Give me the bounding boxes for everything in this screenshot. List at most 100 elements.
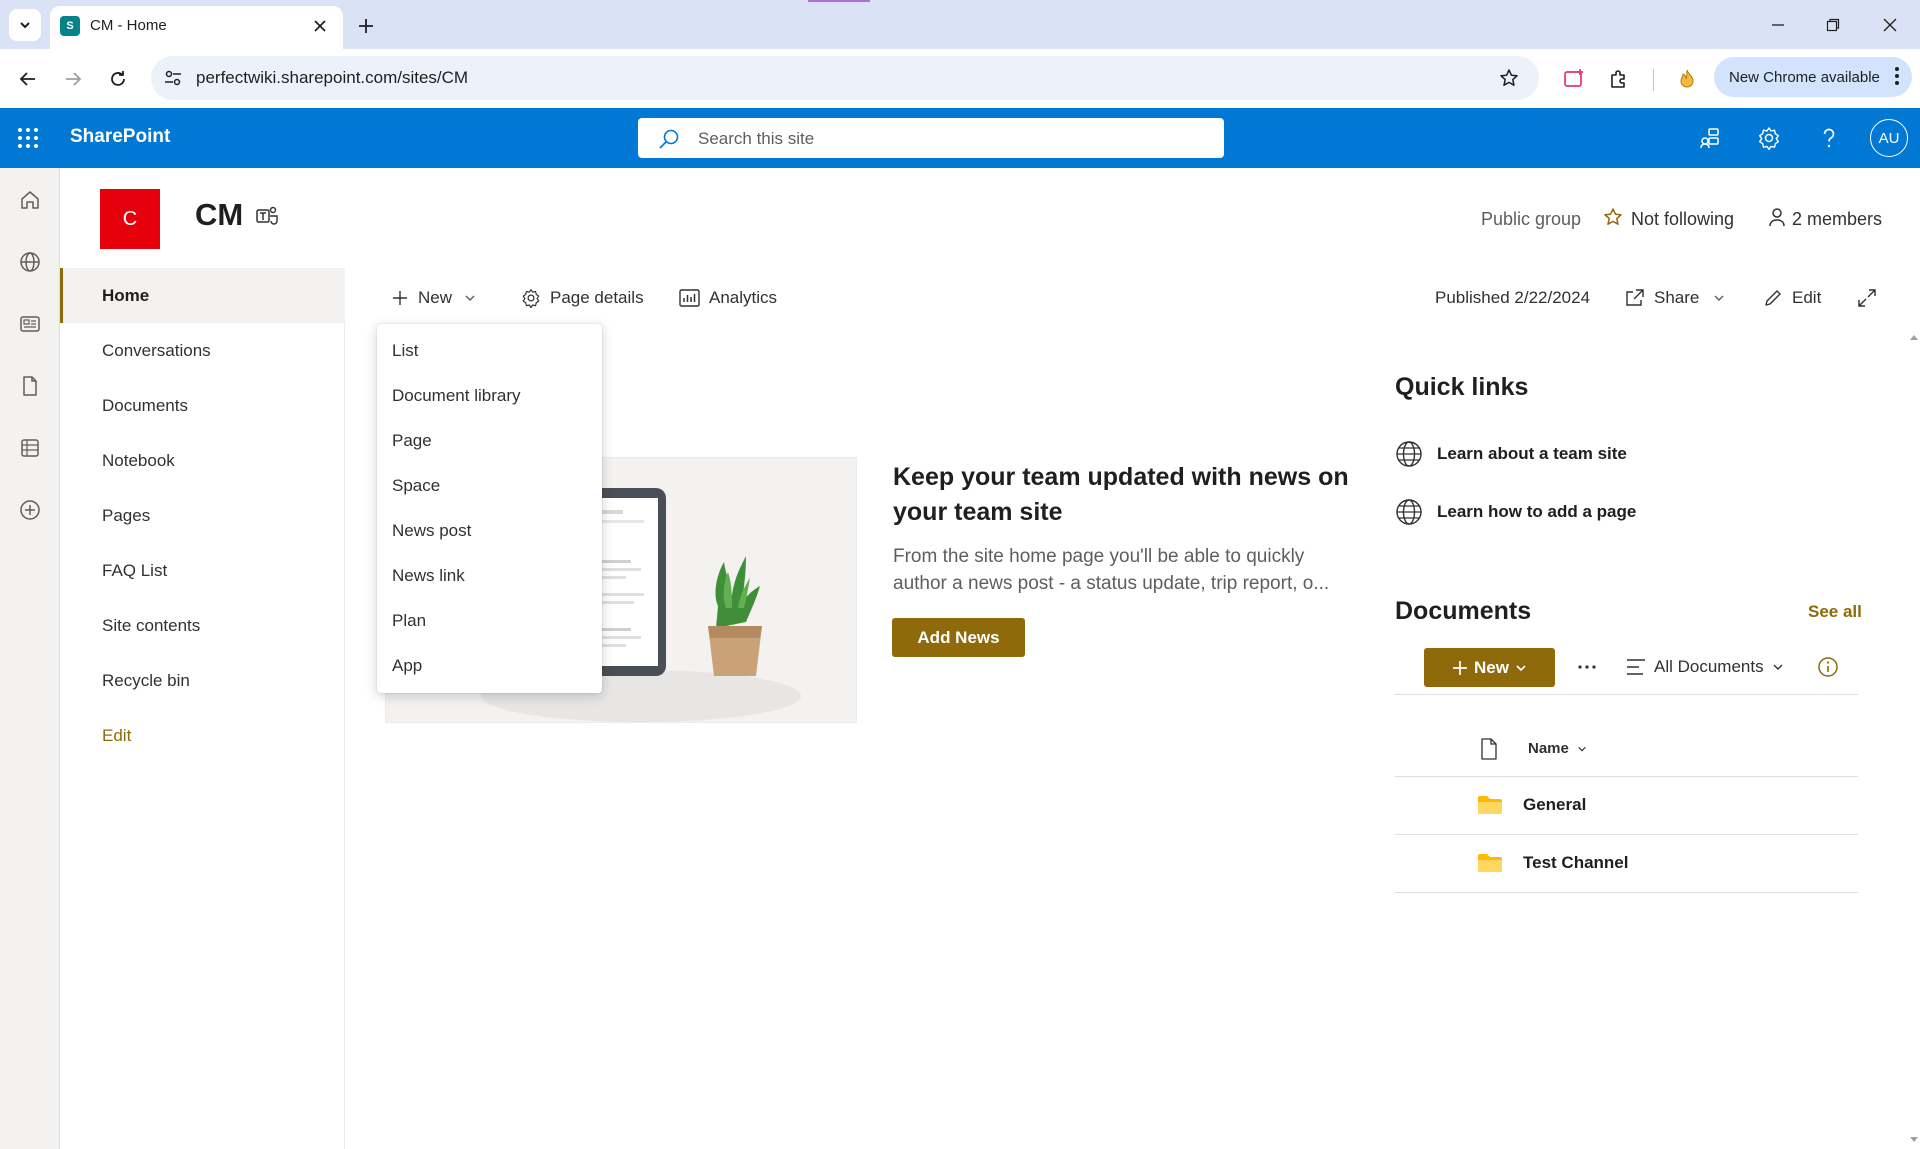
minimize-button[interactable]: [1758, 9, 1798, 41]
new-tab-button[interactable]: [352, 12, 380, 40]
site-logo[interactable]: C: [100, 189, 160, 249]
user-avatar[interactable]: AU: [1870, 119, 1908, 157]
bookmark-star-icon[interactable]: [1499, 68, 1519, 88]
folder-name[interactable]: General: [1523, 795, 1586, 815]
new-dropdown-menu: List Document library Page Space News po…: [377, 324, 602, 693]
documents-see-all-link[interactable]: See all: [1808, 602, 1862, 622]
add-news-button[interactable]: Add News: [892, 618, 1025, 657]
home-icon[interactable]: [16, 186, 44, 214]
share-button[interactable]: Share: [1625, 286, 1734, 310]
folder-icon: [1477, 795, 1503, 815]
search-placeholder: Search this site: [698, 129, 815, 148]
group-type-label: Public group: [1481, 209, 1582, 229]
nav-item-pages[interactable]: Pages: [60, 488, 345, 543]
share-label: Share: [1654, 288, 1700, 307]
nav-item-recycle-bin[interactable]: Recycle bin: [60, 653, 345, 708]
file-icon[interactable]: [16, 372, 44, 400]
quick-link-add-page[interactable]: Learn how to add a page: [1395, 497, 1636, 527]
follow-star-icon[interactable]: [1603, 207, 1623, 227]
documents-new-button[interactable]: New: [1424, 648, 1555, 687]
site-info-icon[interactable]: [163, 68, 183, 88]
reload-button[interactable]: [100, 61, 136, 97]
menu-item-app[interactable]: App: [377, 643, 602, 688]
globe-icon[interactable]: [16, 248, 44, 276]
view-selector[interactable]: All Documents: [1626, 657, 1792, 677]
follow-button[interactable]: Not following: [1631, 209, 1734, 230]
plus-icon: [393, 291, 407, 305]
screen-share-icon[interactable]: [1561, 66, 1587, 92]
folder-name[interactable]: Test Channel: [1523, 853, 1628, 873]
reload-icon: [111, 71, 125, 86]
menu-item-plan[interactable]: Plan: [377, 598, 602, 643]
info-icon[interactable]: [1817, 656, 1839, 678]
person-icon: [1768, 207, 1786, 227]
site-search-box[interactable]: Search this site: [638, 118, 1224, 158]
documents-heading: Documents: [1395, 597, 1532, 625]
menu-item-space[interactable]: Space: [377, 463, 602, 508]
quick-link-label: Learn about a team site: [1437, 444, 1627, 463]
connect-icon[interactable]: [1694, 122, 1726, 154]
documents-column-header: Name: [1395, 730, 1858, 776]
analytics-button[interactable]: Analytics: [679, 286, 777, 310]
menu-item-news-link[interactable]: News link: [377, 553, 602, 598]
page-details-label: Page details: [550, 288, 644, 307]
new-command-button[interactable]: New: [391, 286, 485, 310]
sharepoint-brand-link[interactable]: SharePoint: [70, 126, 170, 148]
left-navigation: Home Conversations Documents Notebook Pa…: [60, 268, 345, 1149]
close-window-button[interactable]: [1870, 9, 1910, 41]
members-button[interactable]: 2 members: [1792, 209, 1882, 230]
teams-icon[interactable]: [256, 205, 280, 227]
suite-bar: SharePoint Search this site AU: [0, 108, 1920, 168]
tab-title: CM - Home: [90, 17, 167, 34]
restore-button[interactable]: [1813, 9, 1853, 41]
back-button[interactable]: [10, 61, 46, 97]
forward-button[interactable]: [55, 61, 91, 97]
news-heading: Keep your team updated with news on your…: [893, 463, 1349, 526]
edit-page-button[interactable]: Edit: [1763, 286, 1821, 310]
menu-item-document-library[interactable]: Document library: [377, 373, 602, 418]
address-bar[interactable]: perfectwiki.sharepoint.com/sites/CM: [151, 56, 1539, 100]
tab-close-button[interactable]: [308, 14, 332, 38]
quick-link-label: Learn how to add a page: [1437, 502, 1637, 521]
browser-tab[interactable]: S CM - Home: [50, 6, 343, 49]
nav-item-faq-list[interactable]: FAQ List: [60, 543, 345, 598]
tab-search-button[interactable]: [9, 9, 41, 41]
table-row[interactable]: Test Channel: [1395, 835, 1858, 893]
expand-fullscreen-icon[interactable]: [1857, 288, 1877, 308]
settings-gear-icon[interactable]: [1753, 122, 1785, 154]
profile-flame-icon[interactable]: [1674, 66, 1700, 92]
close-icon: [314, 20, 326, 32]
quick-links-heading: Quick links: [1395, 373, 1529, 401]
create-plus-circle-icon[interactable]: [16, 496, 44, 524]
more-horizontal-icon[interactable]: [1576, 656, 1598, 678]
table-row[interactable]: General: [1395, 777, 1858, 835]
chrome-update-button[interactable]: New Chrome available: [1714, 57, 1912, 97]
name-column-label: Name: [1528, 740, 1569, 757]
chrome-update-label: New Chrome available: [1729, 68, 1880, 86]
quick-link-team-site[interactable]: Learn about a team site: [1395, 439, 1627, 469]
site-title[interactable]: CM: [195, 197, 243, 233]
sharepoint-favicon-icon: S: [60, 16, 80, 36]
news-icon[interactable]: [16, 310, 44, 338]
menu-item-list[interactable]: List: [377, 328, 602, 373]
search-icon: [658, 128, 680, 150]
toolbar-divider: [1653, 69, 1654, 91]
restore-icon: [1826, 18, 1840, 32]
page-details-button[interactable]: Page details: [521, 286, 644, 310]
help-question-icon[interactable]: [1813, 122, 1845, 154]
page-scrollbar[interactable]: [1908, 330, 1920, 1149]
nav-item-conversations[interactable]: Conversations: [60, 323, 345, 378]
list-icon[interactable]: [16, 434, 44, 462]
menu-item-news-post[interactable]: News post: [377, 508, 602, 553]
globe-icon: [1396, 441, 1422, 467]
nav-item-site-contents[interactable]: Site contents: [60, 598, 345, 653]
name-column-header[interactable]: Name: [1528, 740, 1587, 757]
nav-item-home[interactable]: Home: [60, 268, 345, 323]
nav-item-documents[interactable]: Documents: [60, 378, 345, 433]
menu-item-page[interactable]: Page: [377, 418, 602, 463]
extensions-puzzle-icon[interactable]: [1606, 66, 1632, 92]
app-launcher-waffle-icon[interactable]: [16, 126, 40, 150]
nav-edit-link[interactable]: Edit: [60, 708, 345, 763]
nav-item-notebook[interactable]: Notebook: [60, 433, 345, 488]
view-lines-icon: [1627, 659, 1645, 675]
